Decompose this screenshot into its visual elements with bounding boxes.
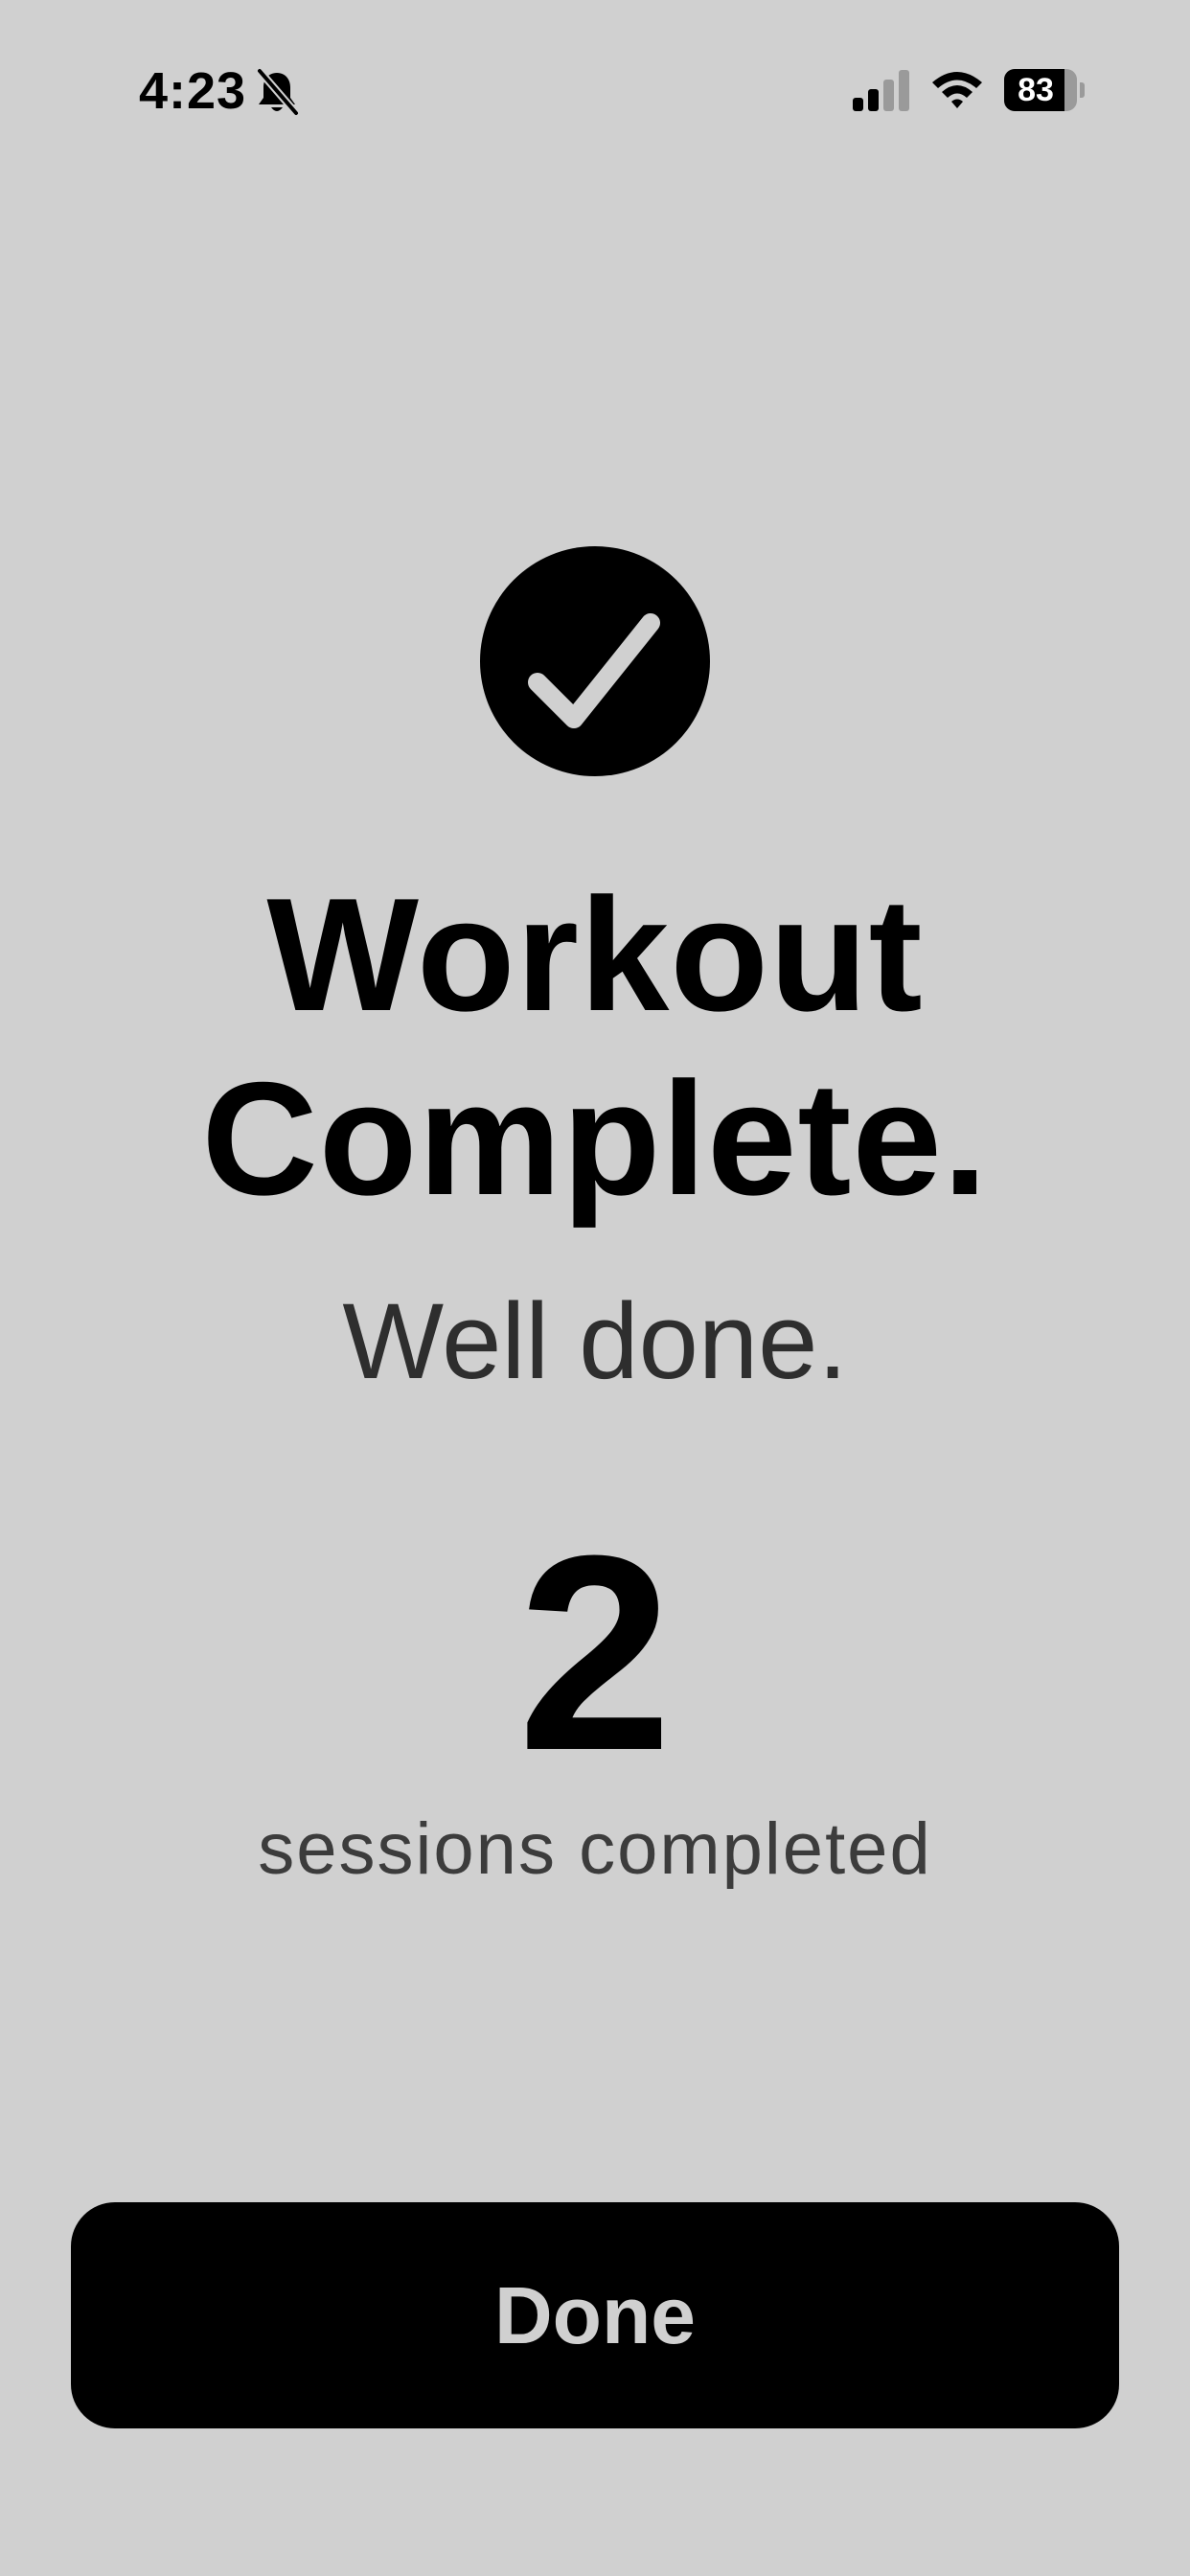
cellular-signal-icon bbox=[853, 70, 909, 111]
battery-body: 83 bbox=[1004, 69, 1077, 111]
done-button[interactable]: Done bbox=[71, 2202, 1119, 2428]
status-time: 4:23 bbox=[139, 62, 247, 120]
page-title: Workout Complete. bbox=[0, 862, 1190, 1230]
session-count-label: sessions completed bbox=[258, 1808, 932, 1890]
battery-icon: 83 bbox=[1004, 69, 1085, 111]
subtitle: Well done. bbox=[342, 1281, 848, 1401]
done-button-label: Done bbox=[494, 2270, 696, 2360]
checkmark-icon bbox=[528, 613, 660, 728]
title-line-2: Complete. bbox=[201, 1048, 989, 1229]
bell-slash-icon bbox=[256, 67, 300, 117]
status-bar: 4:23 83 bbox=[0, 0, 1190, 182]
battery-percent: 83 bbox=[1018, 72, 1054, 108]
checkmark-circle-icon bbox=[480, 546, 710, 776]
title-line-1: Workout bbox=[266, 864, 924, 1045]
session-count: 2 bbox=[517, 1498, 673, 1808]
battery-tip bbox=[1080, 82, 1085, 98]
wifi-icon bbox=[932, 72, 982, 108]
